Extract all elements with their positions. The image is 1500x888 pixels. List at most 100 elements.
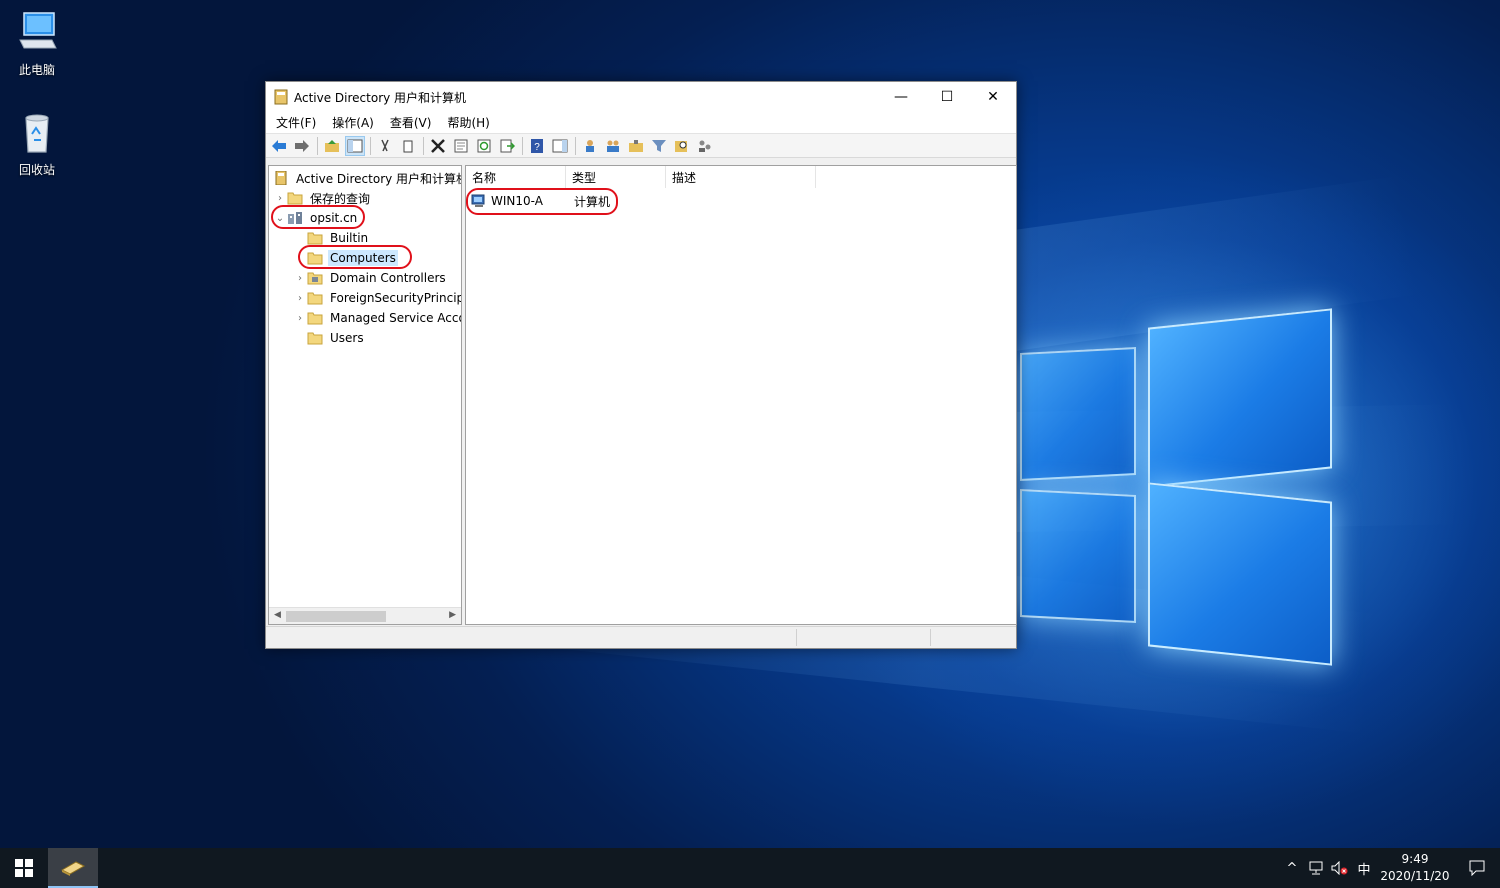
- tree-item-label: Domain Controllers: [330, 271, 446, 285]
- system-clock[interactable]: 9:49 2020/11/20: [1376, 851, 1454, 885]
- taskbar-app-ad-users-computers[interactable]: [48, 848, 98, 888]
- tree-item-label: ForeignSecurityPrincipals: [330, 291, 461, 305]
- menu-view[interactable]: 查看(V): [384, 114, 438, 131]
- delete-icon[interactable]: [428, 136, 448, 156]
- windows-logo-pane: [1020, 488, 1136, 624]
- console-panes: Active Directory 用户和计算机 › 保存的查询 ⌄ opsit.…: [266, 163, 1017, 626]
- column-header-description[interactable]: 描述: [666, 166, 816, 188]
- help-icon[interactable]: ?: [527, 136, 547, 156]
- export-list-icon[interactable]: [497, 136, 517, 156]
- forward-arrow-icon[interactable]: [292, 136, 312, 156]
- volume-muted-icon[interactable]: [1328, 848, 1352, 888]
- menu-help[interactable]: 帮助(H): [441, 114, 495, 131]
- new-user-icon[interactable]: [580, 136, 600, 156]
- tree-item-label: 保存的查询: [310, 191, 371, 206]
- toolbar-separator: [522, 136, 523, 155]
- folder-icon: [307, 332, 323, 345]
- toolbar-separator: [370, 136, 371, 155]
- tree-item-label: Managed Service Accounts: [330, 311, 461, 325]
- desktop-icon-label: 回收站: [18, 163, 55, 177]
- column-header-name[interactable]: 名称: [466, 166, 566, 188]
- tree-item-domain-controllers[interactable]: › Domain Controllers: [293, 268, 448, 288]
- toolbar-separator: [423, 136, 424, 155]
- maximize-button[interactable]: ☐: [924, 82, 970, 112]
- refresh-icon[interactable]: [474, 136, 494, 156]
- add-to-group-icon[interactable]: [695, 136, 715, 156]
- tree-item-builtin[interactable]: Builtin: [293, 228, 370, 248]
- chevron-right-icon[interactable]: ›: [293, 293, 307, 304]
- windows-logo-pane: [1020, 346, 1136, 482]
- tree-item-domain[interactable]: ⌄ opsit.cn: [273, 208, 359, 228]
- folder-icon: [307, 232, 323, 245]
- windows-logo-pane: [1148, 308, 1332, 488]
- tree-item-foreign-security-principals[interactable]: › ForeignSecurityPrincipals: [293, 288, 461, 308]
- folder-icon: [307, 312, 323, 325]
- properties-icon[interactable]: [451, 136, 471, 156]
- list-item[interactable]: WIN10-A 计算机: [466, 190, 1016, 212]
- desktop-icon-this-pc[interactable]: 此电脑: [2, 10, 72, 78]
- windows-logo-pane: [1148, 482, 1332, 666]
- ime-indicator[interactable]: 中: [1352, 848, 1376, 888]
- clock-time: 9:49: [1401, 852, 1429, 866]
- action-center-icon[interactable]: [1454, 848, 1500, 888]
- computer-object-icon: [471, 194, 485, 207]
- console-tree[interactable]: Active Directory 用户和计算机 › 保存的查询 ⌄ opsit.…: [268, 165, 462, 625]
- desktop-icon-recycle-bin[interactable]: 回收站: [2, 110, 72, 178]
- close-button[interactable]: ✕: [970, 82, 1016, 112]
- minimize-button[interactable]: —: [878, 82, 924, 112]
- windows-start-icon: [15, 859, 33, 877]
- tree-item-label: Builtin: [330, 231, 369, 245]
- scroll-right-arrow-icon[interactable]: ▶: [449, 610, 456, 620]
- filter-icon[interactable]: [649, 136, 669, 156]
- tree-horizontal-scrollbar[interactable]: ◀ ▶: [269, 607, 461, 624]
- copy-icon[interactable]: [398, 136, 418, 156]
- ad-console-icon: [60, 861, 86, 876]
- tree-item-label: Computers: [328, 250, 398, 266]
- toolbar: ?: [266, 134, 1016, 158]
- list-item-type: 计算机: [574, 194, 611, 209]
- ad-users-computers-window[interactable]: Active Directory 用户和计算机 — ☐ ✕ 文件(F) 操作(A…: [265, 81, 1017, 649]
- show-action-pane-icon[interactable]: [550, 136, 570, 156]
- list-item-name: WIN10-A: [491, 194, 543, 208]
- tree-root-label: Active Directory 用户和计算机: [296, 171, 462, 186]
- tray-overflow-chevron[interactable]: ^: [1280, 848, 1304, 888]
- window-titlebar[interactable]: Active Directory 用户和计算机 — ☐ ✕: [266, 82, 1016, 112]
- menu-file[interactable]: 文件(F): [270, 114, 322, 131]
- tree-item-label: opsit.cn: [310, 211, 358, 225]
- up-folder-icon[interactable]: [322, 136, 342, 156]
- start-button[interactable]: [0, 848, 48, 888]
- back-arrow-icon[interactable]: [269, 136, 289, 156]
- new-ou-icon[interactable]: [626, 136, 646, 156]
- system-tray: ^ 中 9:49 2020/11/20: [1280, 848, 1500, 888]
- find-icon[interactable]: [672, 136, 692, 156]
- show-hide-tree-icon[interactable]: [345, 135, 365, 156]
- computer-icon: [19, 12, 57, 49]
- scroll-left-arrow-icon[interactable]: ◀: [274, 610, 281, 620]
- scrollbar-thumb[interactable]: [286, 611, 386, 622]
- chevron-down-icon[interactable]: ⌄: [273, 213, 287, 224]
- network-icon[interactable]: [1304, 848, 1328, 888]
- chevron-right-icon[interactable]: ›: [273, 193, 287, 204]
- tree-root[interactable]: Active Directory 用户和计算机: [273, 168, 462, 188]
- tree-item-users[interactable]: Users: [293, 328, 366, 348]
- folder-icon: [307, 252, 323, 265]
- status-segment: [796, 629, 930, 646]
- tree-item-saved-queries[interactable]: › 保存的查询: [273, 188, 372, 208]
- status-bar: [266, 626, 1016, 648]
- menu-bar: 文件(F) 操作(A) 查看(V) 帮助(H): [266, 112, 1016, 134]
- new-group-icon[interactable]: [603, 136, 623, 156]
- menu-action[interactable]: 操作(A): [326, 114, 380, 131]
- chevron-right-icon[interactable]: ›: [293, 313, 307, 324]
- tree-item-managed-service-accounts[interactable]: › Managed Service Accounts: [293, 308, 461, 328]
- folder-icon: [307, 292, 323, 305]
- tree-item-computers[interactable]: Computers: [293, 248, 398, 268]
- cut-icon[interactable]: [375, 136, 395, 156]
- toolbar-separator: [317, 136, 318, 155]
- folder-icon: [287, 192, 303, 205]
- recycle-bin-icon: [25, 114, 49, 153]
- chevron-right-icon[interactable]: ›: [293, 273, 307, 284]
- tree-item-label: Users: [330, 331, 364, 345]
- column-header-type[interactable]: 类型: [566, 166, 666, 188]
- desktop-icon-label: 此电脑: [18, 63, 55, 77]
- result-list[interactable]: 名称 类型 描述 WIN10-A 计算机: [465, 165, 1017, 625]
